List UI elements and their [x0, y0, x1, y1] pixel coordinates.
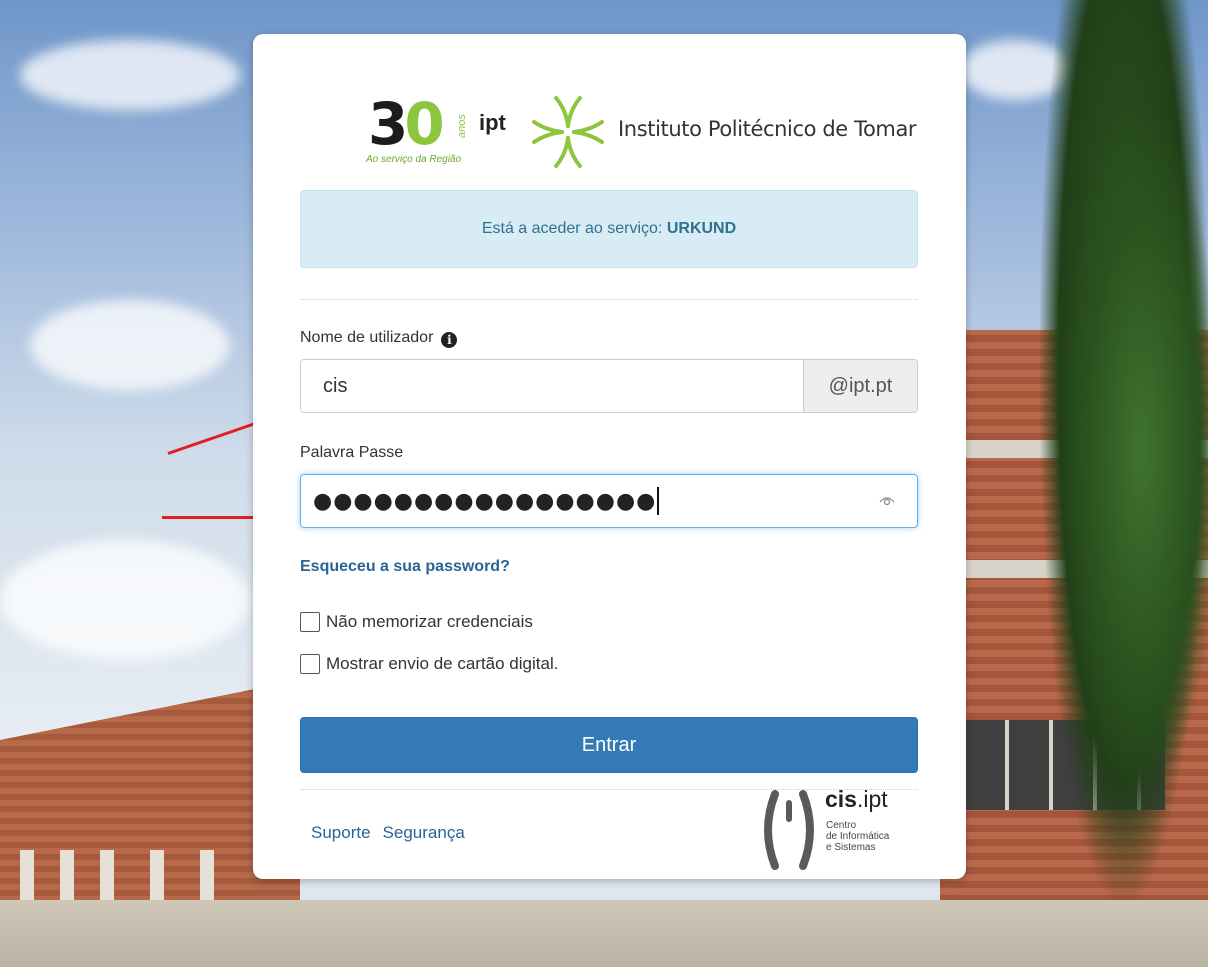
- cis-subtitle-line: de Informática: [826, 831, 890, 842]
- cypress-tree: [1060, 100, 1208, 800]
- cis-logo-subtitle: Centro de Informática e Sistemas: [826, 820, 889, 853]
- password-input[interactable]: ●●●●●●●●●●●●●●●●●: [300, 474, 918, 528]
- cis-logo-name-bold: cis: [825, 786, 857, 812]
- service-notice-prefix: Está a aceder ao serviço:: [481, 220, 667, 237]
- logo-tagline: Ao serviço da Região: [366, 154, 462, 165]
- login-button[interactable]: Entrar: [300, 717, 918, 773]
- cis-parentheses-icon: [764, 790, 814, 870]
- show-digital-card-checkbox[interactable]: [300, 654, 320, 674]
- cis-logo-name-rest: .ipt: [856, 786, 888, 812]
- no-remember-label: Não memorizar credenciais: [326, 612, 533, 631]
- username-label-row: Nome de utilizador i: [300, 329, 458, 348]
- show-digital-card-label: Mostrar envio de cartão digital.: [326, 654, 559, 673]
- cis-ipt-logo: cis.ipt Centro de Informática e Sistemas: [759, 786, 919, 870]
- institution-logo: 30 anos Ao serviço da Região ipt Institu…: [366, 90, 928, 172]
- divider: [300, 299, 918, 300]
- password-masked-value: ●●●●●●●●●●●●●●●●●: [313, 488, 657, 514]
- logo-digit-zero: 0: [404, 90, 444, 158]
- logo-digit-three: 3: [368, 90, 408, 158]
- footer-links: Suporte Segurança: [311, 823, 477, 843]
- cloud: [30, 300, 230, 390]
- cis-subtitle-line: e Sistemas: [826, 842, 876, 853]
- support-link[interactable]: Suporte: [311, 823, 371, 842]
- login-card: 30 anos Ao serviço da Região ipt Institu…: [253, 34, 966, 879]
- cloud: [0, 540, 250, 660]
- username-input-group: @ipt.pt: [300, 359, 918, 413]
- cloud: [20, 40, 240, 110]
- security-link[interactable]: Segurança: [383, 823, 465, 842]
- service-name: URKUND: [666, 220, 737, 237]
- info-icon[interactable]: i: [441, 332, 458, 348]
- no-remember-option[interactable]: Não memorizar credenciais: [300, 612, 533, 632]
- show-password-eye-icon[interactable]: [879, 495, 895, 507]
- ipt-star-icon: [532, 96, 604, 168]
- logo-30-anos: 30: [368, 90, 445, 158]
- logo-anos-text: anos: [456, 114, 468, 138]
- cis-logo-name: cis.ipt: [825, 786, 888, 813]
- logo-ipt-text: ipt: [479, 110, 506, 135]
- username-domain-suffix: @ipt.pt: [803, 360, 917, 412]
- cis-subtitle-line: Centro: [826, 820, 857, 831]
- username-label: Nome de utilizador: [300, 329, 434, 346]
- text-caret: [657, 487, 660, 515]
- show-digital-card-option[interactable]: Mostrar envio de cartão digital.: [300, 654, 558, 674]
- forgot-password-link[interactable]: Esqueceu a sua password?: [300, 558, 510, 576]
- institution-name: Instituto Politécnico de Tomar: [618, 117, 917, 141]
- no-remember-checkbox[interactable]: [300, 612, 320, 632]
- password-label: Palavra Passe: [300, 444, 404, 461]
- service-notice: Está a aceder ao serviço: URKUND: [300, 190, 918, 268]
- ground: [0, 900, 1208, 967]
- username-input[interactable]: [301, 360, 803, 412]
